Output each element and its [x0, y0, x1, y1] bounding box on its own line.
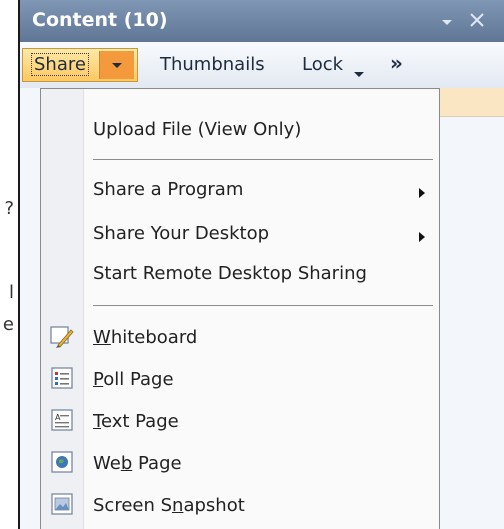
menu-label-part: Page — [132, 453, 182, 474]
menu-separator — [93, 159, 433, 160]
mnemonic-key: W — [93, 327, 111, 348]
menu-label-part: hiteboard — [110, 327, 198, 348]
submenu-arrow-icon — [417, 228, 427, 242]
menu-item-share-program[interactable]: Share a Program — [93, 179, 243, 200]
pane-title-bar: Content (10) — [20, 0, 504, 42]
menu-separator — [93, 305, 433, 306]
menu-item-remote-desktop-sharing[interactable]: Start Remote Desktop Sharing — [93, 263, 367, 284]
pane-title: Content (10) — [32, 9, 168, 31]
menu-label-part: Screen S — [93, 495, 173, 516]
share-label-text: Share — [31, 53, 89, 76]
menu-item-web-page[interactable]: Web Page — [93, 453, 182, 474]
chevron-down-icon[interactable] — [439, 14, 455, 30]
submenu-arrow-icon — [417, 184, 427, 198]
pane-toolbar: Share Thumbnails Lock » — [20, 42, 504, 88]
share-dropdown-menu: Upload File (View Only) Share a Program … — [40, 88, 440, 529]
share-button[interactable]: Share — [22, 48, 138, 82]
menu-item-share-desktop[interactable]: Share Your Desktop — [93, 223, 269, 244]
mnemonic-key: T — [93, 411, 101, 432]
menu-label-part: ext Page — [100, 411, 179, 432]
background-text-fragment: ? — [4, 198, 14, 219]
background-text-fragment: e — [2, 314, 14, 335]
toolbar-overflow-button[interactable]: » — [390, 51, 403, 75]
background-text-fragment: l — [8, 282, 14, 303]
menu-item-text-page[interactable]: Text Page — [93, 411, 179, 432]
chevron-down-icon[interactable] — [354, 64, 364, 77]
mnemonic-key: P — [93, 369, 104, 390]
close-icon[interactable] — [467, 10, 487, 30]
chevron-down-icon — [112, 63, 122, 68]
svg-text:A: A — [55, 413, 61, 422]
lock-button[interactable]: Lock — [302, 54, 343, 75]
screen-snapshot-icon — [49, 491, 75, 517]
screen: ? l e Content (10) Share Thumbnails Lock — [0, 0, 504, 529]
menu-label-part: apshot — [183, 495, 245, 516]
thumbnails-button[interactable]: Thumbnails — [160, 54, 265, 75]
content-pane: Content (10) Share Thumbnails Lock » Upl… — [18, 0, 504, 529]
mnemonic-key: b — [120, 453, 133, 474]
text-page-icon: A — [49, 407, 75, 433]
menu-item-screen-snapshot[interactable]: Screen Snapshot — [93, 495, 245, 516]
mnemonic-key: n — [172, 495, 184, 516]
share-dropdown-arrow[interactable] — [99, 51, 134, 79]
menu-item-whiteboard[interactable]: Whiteboard — [93, 327, 197, 348]
poll-page-icon — [49, 365, 75, 391]
share-button-label: Share — [31, 53, 89, 76]
menu-item-upload-file[interactable]: Upload File (View Only) — [93, 119, 301, 140]
menu-item-poll-page[interactable]: Poll Page — [93, 369, 174, 390]
menu-label-part: oll Page — [103, 369, 174, 390]
menu-label-part: We — [93, 453, 121, 474]
web-page-icon — [49, 449, 75, 475]
whiteboard-icon — [49, 323, 75, 349]
